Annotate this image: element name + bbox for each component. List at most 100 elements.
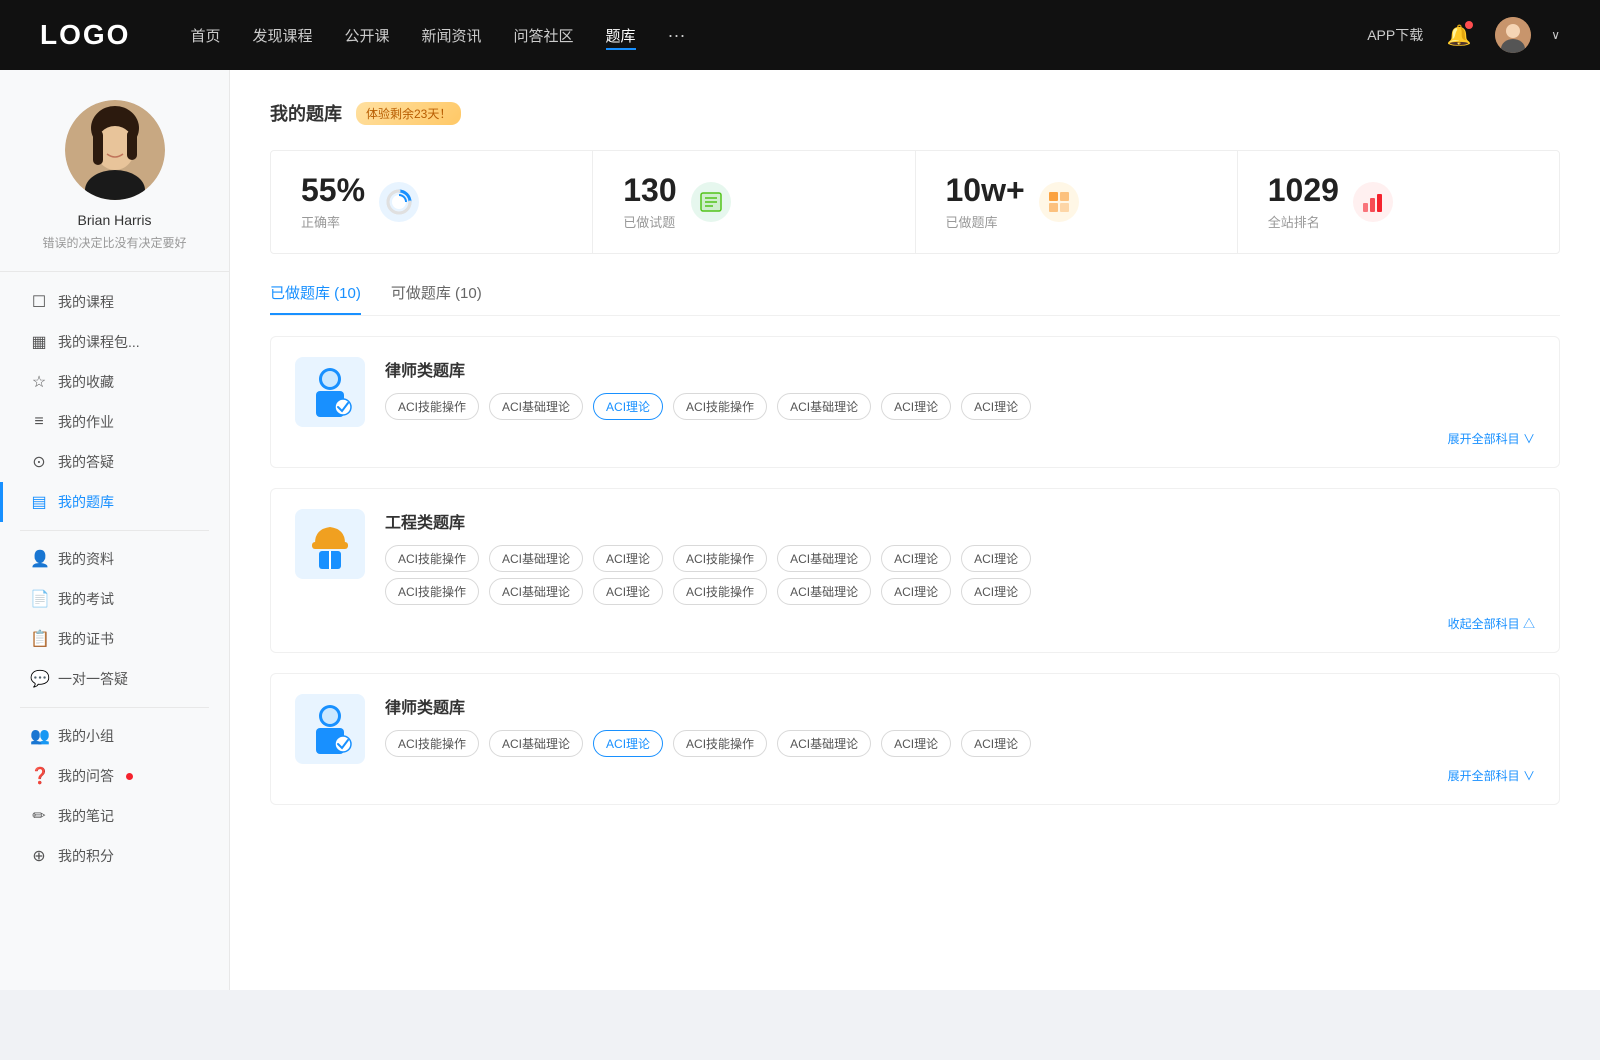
app-download-button[interactable]: APP下载 — [1367, 25, 1423, 45]
stats-row: 55% 正确率 130 已做试题 — [270, 150, 1560, 254]
sidebar-item-my-course-packs[interactable]: ▦ 我的课程包... — [0, 322, 229, 362]
sidebar-label-my-notes: 我的笔记 — [58, 806, 114, 826]
sidebar-item-one-on-one[interactable]: 💬 一对一答疑 — [0, 659, 229, 699]
bank-expand-1[interactable]: 展开全部科目 ∨ — [385, 426, 1535, 447]
bank-tag[interactable]: ACI理论 — [881, 730, 951, 757]
bank-name-lawyer-1: 律师类题库 — [385, 357, 1535, 381]
bank-tag[interactable]: ACI基础理论 — [777, 393, 871, 420]
sidebar-item-my-favorites[interactable]: ☆ 我的收藏 — [0, 362, 229, 402]
page-header: 我的题库 体验剩余23天！ — [270, 100, 1560, 126]
sidebar-label-my-profile: 我的资料 — [58, 549, 114, 569]
bank-tag-active[interactable]: ACI理论 — [593, 393, 663, 420]
bank-tag[interactable]: ACI基础理论 — [777, 730, 871, 757]
bank-tag[interactable]: ACI理论 — [881, 545, 951, 572]
sidebar-divider-1 — [20, 530, 209, 531]
stat-rank: 1029 全站排名 — [1238, 151, 1559, 253]
logo[interactable]: LOGO — [40, 19, 130, 51]
bank-tag[interactable]: ACI基础理论 — [489, 545, 583, 572]
avatar-dropdown-arrow[interactable]: ∨ — [1551, 28, 1560, 42]
sidebar-divider-2 — [20, 707, 209, 708]
sidebar-item-my-qa[interactable]: ⊙ 我的答疑 — [0, 442, 229, 482]
sidebar-item-my-question-bank[interactable]: ▤ 我的题库 — [0, 482, 229, 522]
exam-icon: 📄 — [30, 589, 48, 609]
tab-done-banks[interactable]: 已做题库 (10) — [270, 282, 361, 315]
bank-tag[interactable]: ACI技能操作 — [673, 545, 767, 572]
bank-collapse-engineer[interactable]: 收起全部科目 △ — [385, 611, 1535, 632]
nav-home[interactable]: 首页 — [190, 21, 220, 50]
points-icon: ⊕ — [30, 846, 48, 866]
sidebar-item-my-notes[interactable]: ✏ 我的笔记 — [0, 796, 229, 836]
sidebar-item-my-homework[interactable]: ≡ 我的作业 — [0, 402, 229, 442]
sidebar-item-my-exam[interactable]: 📄 我的考试 — [0, 579, 229, 619]
nav-news[interactable]: 新闻资讯 — [422, 21, 482, 50]
lawyer-icon-2 — [305, 702, 355, 757]
sidebar-item-my-profile[interactable]: 👤 我的资料 — [0, 539, 229, 579]
chat-icon: 💬 — [30, 669, 48, 689]
bank-tag[interactable]: ACI基础理论 — [489, 730, 583, 757]
avatar-image — [1495, 17, 1531, 53]
profile-icon: 👤 — [30, 549, 48, 569]
bank-tag[interactable]: ACI基础理论 — [489, 393, 583, 420]
bank-card-lawyer-2: 律师类题库 ACI技能操作 ACI基础理论 ACI理论 ACI技能操作 ACI基… — [270, 673, 1560, 805]
sidebar-item-my-points[interactable]: ⊕ 我的积分 — [0, 836, 229, 876]
profile-motto: 错误的决定比没有决定要好 — [20, 234, 209, 251]
bank-content-engineer: 工程类题库 ACI技能操作 ACI基础理论 ACI理论 ACI技能操作 ACI基… — [385, 509, 1535, 632]
stat-done-questions-text: 130 已做试题 — [623, 173, 676, 231]
bank-tags-engineer-row1: ACI技能操作 ACI基础理论 ACI理论 ACI技能操作 ACI基础理论 AC… — [385, 545, 1535, 572]
sidebar-item-my-questions[interactable]: ❓ 我的问答 — [0, 756, 229, 796]
notification-bell[interactable]: 🔔 — [1443, 19, 1475, 51]
bank-tag-active[interactable]: ACI理论 — [593, 730, 663, 757]
avatar[interactable] — [1495, 17, 1531, 53]
main-content: 我的题库 体验剩余23天！ 55% 正确率 — [230, 70, 1600, 990]
nav-open-course[interactable]: 公开课 — [344, 21, 389, 50]
nav-right: APP下载 🔔 ∨ — [1367, 17, 1560, 53]
stat-rank-text: 1029 全站排名 — [1268, 173, 1339, 231]
bank-tag[interactable]: ACI理论 — [961, 393, 1031, 420]
nav-qa[interactable]: 问答社区 — [514, 21, 574, 50]
bank-tag[interactable]: ACI技能操作 — [385, 578, 479, 605]
bank-tag[interactable]: ACI理论 — [961, 578, 1031, 605]
group-icon: 👥 — [30, 726, 48, 746]
bank-tag[interactable]: ACI理论 — [881, 393, 951, 420]
engineer-icon — [305, 517, 355, 572]
bank-tag[interactable]: ACI理论 — [881, 578, 951, 605]
nav-question-bank[interactable]: 题库 — [606, 21, 636, 50]
bank-card-lawyer-1: 律师类题库 ACI技能操作 ACI基础理论 ACI理论 ACI技能操作 ACI基… — [270, 336, 1560, 468]
bank-tag[interactable]: ACI理论 — [593, 578, 663, 605]
bank-tag[interactable]: ACI基础理论 — [777, 545, 871, 572]
lawyer-icon — [305, 365, 355, 420]
bank-tags-engineer-row2: ACI技能操作 ACI基础理论 ACI理论 ACI技能操作 ACI基础理论 AC… — [385, 578, 1535, 605]
bank-tag[interactable]: ACI技能操作 — [673, 393, 767, 420]
stat-accuracy-text: 55% 正确率 — [301, 173, 365, 231]
bank-tag[interactable]: ACI基础理论 — [777, 578, 871, 605]
stat-rank-label: 全站排名 — [1268, 212, 1339, 231]
bank-name-lawyer-2: 律师类题库 — [385, 694, 1535, 718]
stat-accuracy-icon — [379, 182, 419, 222]
profile-section: Brian Harris 错误的决定比没有决定要好 — [0, 100, 229, 272]
nav-more[interactable]: ··· — [668, 21, 686, 50]
bank-expand-3[interactable]: 展开全部科目 ∨ — [385, 763, 1535, 784]
tab-available-banks[interactable]: 可做题库 (10) — [391, 282, 482, 315]
bank-tag[interactable]: ACI基础理论 — [489, 578, 583, 605]
stat-done-banks-text: 10w+ 已做题库 — [946, 173, 1025, 231]
sidebar-label-my-question-bank: 我的题库 — [58, 492, 114, 512]
sidebar-label-one-on-one: 一对一答疑 — [58, 669, 128, 689]
nav-courses[interactable]: 发现课程 — [252, 21, 312, 50]
bank-tag[interactable]: ACI技能操作 — [673, 730, 767, 757]
sidebar-label-my-points: 我的积分 — [58, 846, 114, 866]
bank-name-engineer: 工程类题库 — [385, 509, 1535, 533]
sidebar-label-my-courses: 我的课程 — [58, 292, 114, 312]
bank-tag[interactable]: ACI理论 — [961, 545, 1031, 572]
bank-tag[interactable]: ACI理论 — [961, 730, 1031, 757]
sidebar-item-my-group[interactable]: 👥 我的小组 — [0, 716, 229, 756]
sidebar: Brian Harris 错误的决定比没有决定要好 ☐ 我的课程 ▦ 我的课程包… — [0, 70, 230, 990]
bank-tag[interactable]: ACI理论 — [593, 545, 663, 572]
bank-tag[interactable]: ACI技能操作 — [385, 545, 479, 572]
bank-tag[interactable]: ACI技能操作 — [385, 393, 479, 420]
sidebar-item-my-courses[interactable]: ☐ 我的课程 — [0, 282, 229, 322]
bank-tag[interactable]: ACI技能操作 — [385, 730, 479, 757]
bank-tag[interactable]: ACI技能操作 — [673, 578, 767, 605]
tabs-row: 已做题库 (10) 可做题库 (10) — [270, 282, 1560, 316]
question-circle-icon: ⊙ — [30, 452, 48, 472]
sidebar-item-my-certificate[interactable]: 📋 我的证书 — [0, 619, 229, 659]
